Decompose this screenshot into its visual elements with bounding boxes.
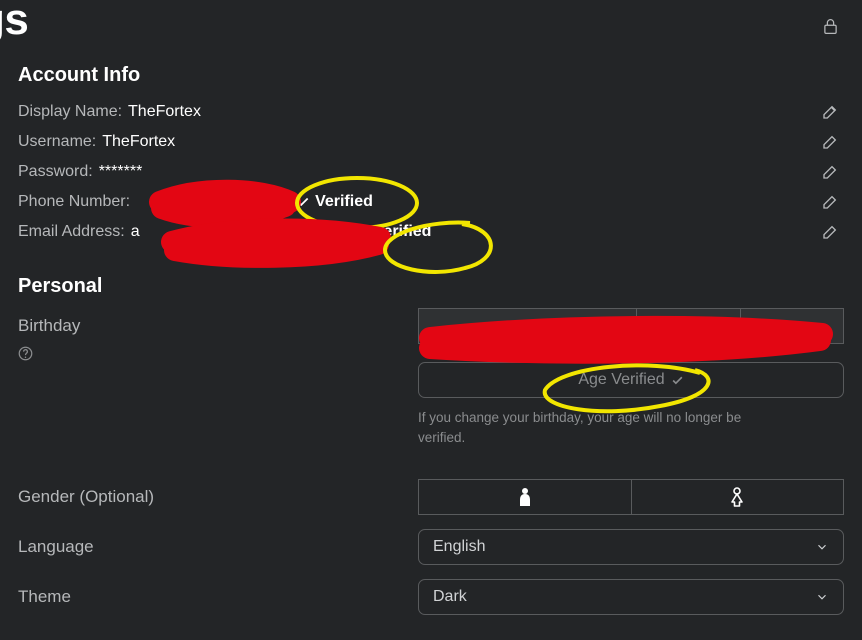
birthday-row: Birthday Age Verified If you change your… xyxy=(18,308,844,449)
email-row: Email Address: a Verified xyxy=(18,217,844,247)
theme-select[interactable]: Dark xyxy=(418,579,844,615)
account-info-heading: Account Info xyxy=(18,64,844,87)
password-value: ******* xyxy=(99,163,143,181)
language-row: Language English xyxy=(18,529,844,565)
edit-phone-button[interactable] xyxy=(822,194,838,210)
age-verified-button[interactable]: Age Verified xyxy=(418,362,844,398)
email-verified-badge: Verified xyxy=(355,223,432,241)
theme-value: Dark xyxy=(433,588,467,606)
lock-icon[interactable] xyxy=(823,18,838,35)
check-icon xyxy=(671,374,684,387)
gender-row: Gender (Optional) xyxy=(18,479,844,515)
gender-male-button[interactable] xyxy=(418,479,632,515)
phone-verified-text: Verified xyxy=(315,193,373,211)
edit-username-button[interactable] xyxy=(822,134,838,150)
edit-password-button[interactable] xyxy=(822,164,838,180)
birthday-month-select[interactable] xyxy=(418,308,637,344)
username-value: TheFortex xyxy=(102,133,175,151)
theme-row: Theme Dark xyxy=(18,579,844,615)
birthday-help-text: If you change your birthday, your age wi… xyxy=(418,408,788,449)
password-row: Password: ******* xyxy=(18,157,844,187)
email-verified-text: Verified xyxy=(374,223,432,241)
username-label: Username: xyxy=(18,133,96,151)
gender-female-button[interactable] xyxy=(632,479,845,515)
language-label: Language xyxy=(18,537,94,556)
birthday-year-select[interactable] xyxy=(741,308,844,344)
phone-verified-badge: Verified xyxy=(296,193,373,211)
username-row: Username: TheFortex xyxy=(18,127,844,157)
edit-email-button[interactable] xyxy=(822,224,838,240)
age-verified-text: Age Verified xyxy=(578,371,664,389)
display-name-value: TheFortex xyxy=(128,103,201,121)
female-icon xyxy=(729,487,745,507)
language-select[interactable]: English xyxy=(418,529,844,565)
edit-display-name-button[interactable] xyxy=(822,104,838,120)
phone-row: Phone Number: Verified xyxy=(18,187,844,217)
email-label: Email Address: xyxy=(18,223,125,241)
gender-label: Gender (Optional) xyxy=(18,487,154,506)
check-icon xyxy=(355,225,369,239)
male-icon xyxy=(518,487,532,507)
birthday-label: Birthday xyxy=(18,316,80,335)
chevron-down-icon xyxy=(815,540,829,554)
phone-label: Phone Number: xyxy=(18,193,130,211)
check-icon xyxy=(296,195,310,209)
personal-heading: Personal xyxy=(18,275,844,298)
page-title: gs xyxy=(0,0,844,42)
display-name-row: Display Name: TheFortex xyxy=(18,97,844,127)
chevron-down-icon xyxy=(815,590,829,604)
password-label: Password: xyxy=(18,163,93,181)
help-icon[interactable] xyxy=(18,346,418,361)
birthday-fields xyxy=(418,308,844,344)
language-value: English xyxy=(433,538,485,556)
theme-label: Theme xyxy=(18,587,71,606)
display-name-label: Display Name: xyxy=(18,103,122,121)
email-value: a xyxy=(131,223,140,241)
birthday-day-select[interactable] xyxy=(637,308,740,344)
